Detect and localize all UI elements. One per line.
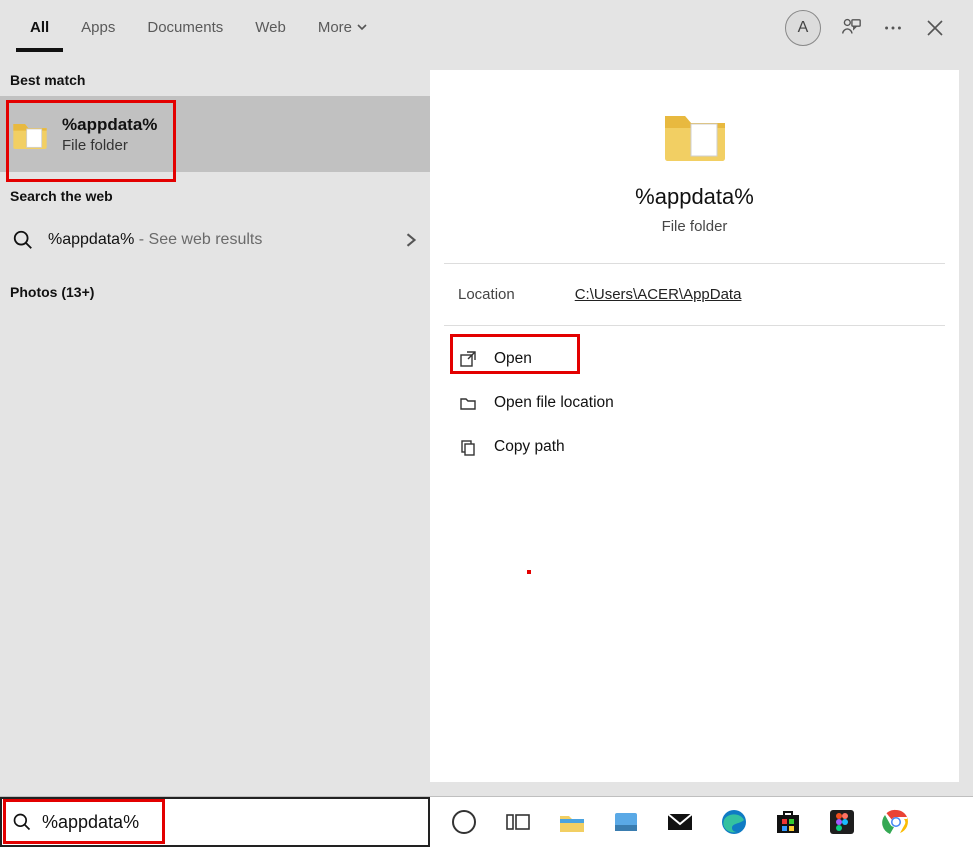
tab-documents[interactable]: Documents: [133, 5, 237, 52]
app-icon[interactable]: [608, 804, 644, 840]
details-column: %appdata% File folder Location C:\Users\…: [430, 56, 973, 796]
details-title: %appdata%: [635, 184, 754, 210]
best-match-title: %appdata%: [62, 115, 157, 135]
taskbar-row: [0, 797, 973, 847]
details-subtitle: File folder: [662, 218, 728, 235]
web-result-suffix: - See web results: [134, 231, 262, 248]
search-results-column: Best match %appdata% File folder Search …: [0, 56, 430, 796]
taskbar-search-box[interactable]: [0, 797, 430, 847]
search-main-columns: Best match %appdata% File folder Search …: [0, 56, 973, 796]
file-explorer-icon[interactable]: [554, 804, 590, 840]
search-icon: [12, 229, 34, 251]
location-label: Location: [458, 286, 515, 303]
edge-icon[interactable]: [716, 804, 752, 840]
windows-search-panel: All Apps Documents Web More A Best match: [0, 0, 973, 797]
tab-more-label: More: [318, 19, 352, 36]
folder-open-icon: [458, 393, 478, 413]
details-card: %appdata% File folder Location C:\Users\…: [430, 70, 959, 782]
details-preview: %appdata% File folder: [444, 70, 945, 264]
action-open-location-label: Open file location: [494, 394, 614, 412]
mail-icon[interactable]: [662, 804, 698, 840]
folder-icon: [659, 98, 731, 170]
web-result-query: %appdata%: [48, 231, 134, 248]
best-match-text: %appdata% File folder: [62, 115, 157, 154]
feedback-icon[interactable]: [839, 16, 863, 40]
location-row: Location C:\Users\ACER\AppData: [444, 264, 945, 326]
figma-icon[interactable]: [824, 804, 860, 840]
chrome-icon[interactable]: [878, 804, 914, 840]
close-icon[interactable]: [923, 16, 947, 40]
tab-web[interactable]: Web: [241, 5, 300, 52]
cortana-icon[interactable]: [446, 804, 482, 840]
action-open-location[interactable]: Open file location: [458, 388, 931, 418]
search-input[interactable]: [42, 812, 418, 833]
action-open-label: Open: [494, 350, 532, 368]
action-copy-path-label: Copy path: [494, 438, 565, 456]
chevron-right-icon: [404, 233, 418, 247]
photos-header[interactable]: Photos (13+): [0, 268, 430, 308]
task-view-icon[interactable]: [500, 804, 536, 840]
open-icon: [458, 349, 478, 369]
folder-icon: [10, 114, 50, 154]
web-result-row[interactable]: %appdata% - See web results: [0, 212, 430, 268]
annotation-marker: [527, 570, 531, 574]
best-match-header: Best match: [0, 56, 430, 96]
more-options-icon[interactable]: [881, 16, 905, 40]
action-copy-path[interactable]: Copy path: [458, 432, 931, 462]
best-match-subtitle: File folder: [62, 137, 157, 154]
user-avatar[interactable]: A: [785, 10, 821, 46]
web-result-text: %appdata% - See web results: [48, 231, 262, 249]
tab-apps[interactable]: Apps: [67, 5, 129, 52]
taskbar: [430, 797, 973, 847]
best-match-result[interactable]: %appdata% File folder: [0, 96, 430, 172]
copy-icon: [458, 437, 478, 457]
tab-all[interactable]: All: [16, 5, 63, 52]
avatar-letter: A: [798, 19, 809, 37]
microsoft-store-icon[interactable]: [770, 804, 806, 840]
search-icon: [12, 812, 32, 832]
search-tabs: All Apps Documents Web More A: [0, 0, 973, 56]
search-web-header: Search the web: [0, 172, 430, 212]
details-actions: Open Open file location Copy path: [444, 326, 945, 480]
action-open[interactable]: Open: [458, 344, 931, 374]
chevron-down-icon: [356, 21, 368, 33]
location-path[interactable]: C:\Users\ACER\AppData: [575, 286, 742, 303]
tabs-right-controls: A: [785, 10, 957, 46]
tab-more[interactable]: More: [304, 5, 382, 52]
